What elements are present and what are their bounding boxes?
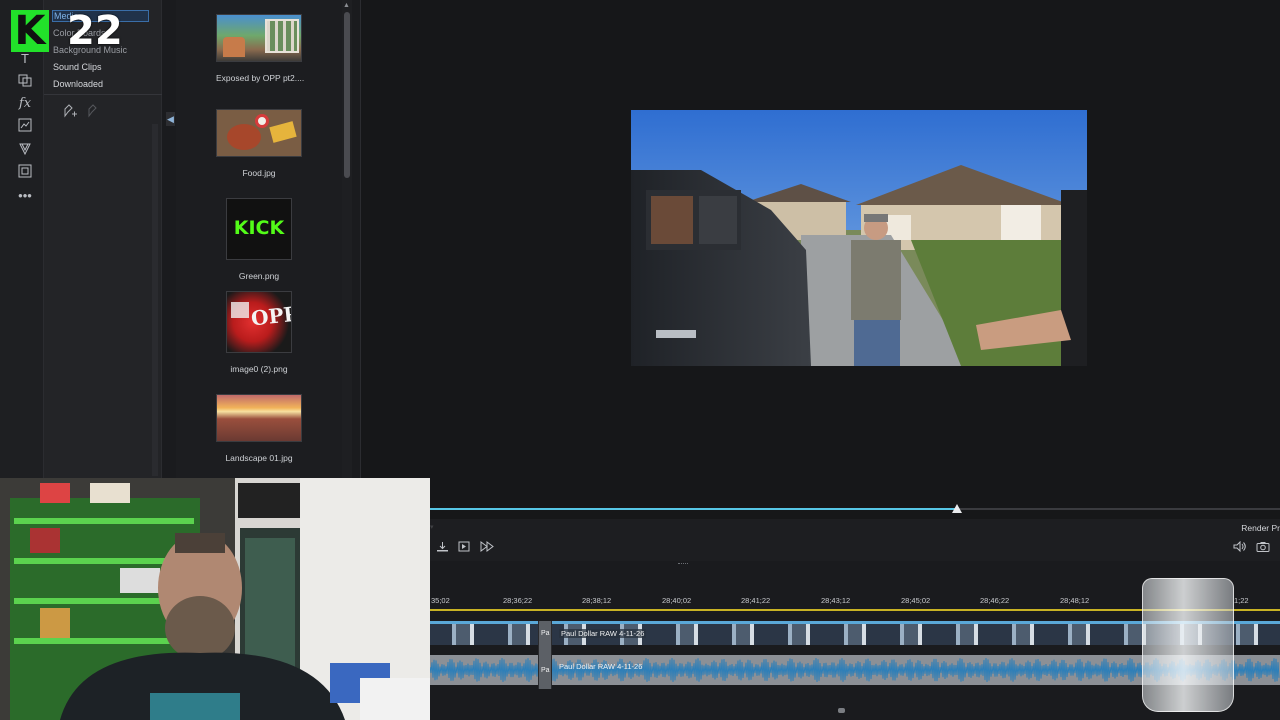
- progress-fill: [430, 508, 957, 510]
- media-caption: Exposed by OPP pt2....: [216, 73, 305, 83]
- ruler-tick: 28;46;22: [980, 596, 1010, 605]
- render-preview-button[interactable]: Render Pr: [1241, 523, 1280, 533]
- media-thumbnail: [216, 109, 302, 157]
- scrollbar-thumb[interactable]: [344, 12, 350, 178]
- split-label-video: Pa: [541, 630, 550, 637]
- volume-icon[interactable]: [1233, 540, 1247, 555]
- media-caption: Landscape 01.jpg: [225, 453, 293, 463]
- media-caption: Food.jpg: [242, 168, 276, 178]
- media-thumbnail: KICK: [226, 198, 292, 260]
- progress-handle[interactable]: [952, 504, 962, 513]
- video-clip-label: Paul Dollar RAW 4-11-26: [559, 629, 647, 638]
- ruler-tick: 28;43;12: [821, 596, 851, 605]
- snapshot-camera-icon[interactable]: [1256, 541, 1270, 555]
- media-caption: Green.png: [238, 271, 280, 281]
- kick-logo-text: KICK: [233, 217, 285, 239]
- timeline-scrollbar[interactable]: [430, 706, 1280, 714]
- stream-logo-overlay: K 22: [11, 10, 125, 52]
- tool-rail: T fx •••: [0, 0, 44, 478]
- category-sound-clips[interactable]: Sound Clips: [53, 62, 102, 72]
- overlay-counter: 22: [67, 8, 123, 54]
- add-folder-icon[interactable]: [62, 104, 78, 121]
- divider: [44, 94, 162, 95]
- timeline-scroll-thumb[interactable]: [838, 708, 845, 713]
- sticker-tool-icon[interactable]: [16, 141, 34, 159]
- disabled-zoom-select: ▾: [430, 524, 434, 531]
- media-item[interactable]: OPP image0 (2).png: [216, 291, 302, 374]
- ruler-tick: 28;45;02: [901, 596, 931, 605]
- media-category-panel: Media Color Boards Background Music Soun…: [44, 0, 162, 478]
- video-frame-image: [631, 110, 1087, 366]
- media-thumbnail: OPP: [226, 291, 292, 353]
- media-thumbnail: [216, 394, 302, 442]
- transition-tool-icon[interactable]: [16, 73, 34, 91]
- ruler-tick: 28;40;02: [662, 596, 692, 605]
- playback-progress-bar[interactable]: [430, 504, 1280, 519]
- glass-object-overlay: [1142, 578, 1234, 712]
- timeline-panel: 35;02 28;36;22 28;38;12 28;40;02 28;41;2…: [430, 561, 1280, 720]
- ruler-tick: 28;48;12: [1060, 596, 1090, 605]
- media-item[interactable]: KICK Green.png: [216, 198, 302, 281]
- collapse-panel-button[interactable]: ◀: [166, 112, 175, 126]
- ruler-tick: 28;41;22: [741, 596, 771, 605]
- media-item[interactable]: Exposed by OPP pt2....: [216, 14, 305, 83]
- next-frame-icon[interactable]: [458, 541, 471, 555]
- playback-toolbar: ▾ Render Pr: [430, 519, 1280, 561]
- opp-logo-text: OPP: [249, 301, 292, 331]
- media-item[interactable]: Food.jpg: [216, 109, 302, 178]
- ruler-tick: 35;02: [431, 596, 450, 605]
- scroll-up-icon[interactable]: ▲: [343, 2, 350, 9]
- media-scrollbar[interactable]: ▲: [342, 0, 352, 478]
- webcam-image: [0, 478, 430, 720]
- fast-forward-icon[interactable]: [480, 541, 494, 555]
- overlay-tool-icon[interactable]: [16, 118, 34, 136]
- media-thumbnail: [216, 14, 302, 62]
- preview-video-frame[interactable]: [631, 110, 1087, 366]
- video-editor-window: T fx ••• Media Color Boards Background M…: [0, 0, 1280, 720]
- media-item[interactable]: Landscape 01.jpg: [216, 394, 302, 463]
- webcam-overlay: [0, 478, 430, 720]
- resize-handle[interactable]: [678, 563, 688, 566]
- audio-clip-label: Paul Dollar RAW 4-11-26: [559, 662, 643, 671]
- ruler-tick: 28;36;22: [503, 596, 533, 605]
- category-scrollbar[interactable]: [152, 124, 158, 476]
- mark-in-icon[interactable]: [436, 541, 449, 555]
- media-library-grid: Exposed by OPP pt2.... Food.jpg KICK Gre…: [176, 0, 342, 478]
- media-caption: image0 (2).png: [230, 364, 288, 374]
- effects-tool-icon[interactable]: fx: [16, 95, 34, 113]
- split-label-audio: Pa: [541, 667, 550, 674]
- ruler-tick: 28;38;12: [582, 596, 612, 605]
- template-tool-icon[interactable]: [16, 164, 34, 182]
- ruler-tick: 1;22: [1234, 596, 1249, 605]
- remove-folder-icon[interactable]: [86, 104, 102, 121]
- more-tools-icon[interactable]: •••: [16, 187, 34, 205]
- kick-logo: K: [11, 10, 49, 52]
- category-downloaded[interactable]: Downloaded: [53, 79, 103, 89]
- clip-split-marker[interactable]: Pa Pa: [538, 621, 552, 689]
